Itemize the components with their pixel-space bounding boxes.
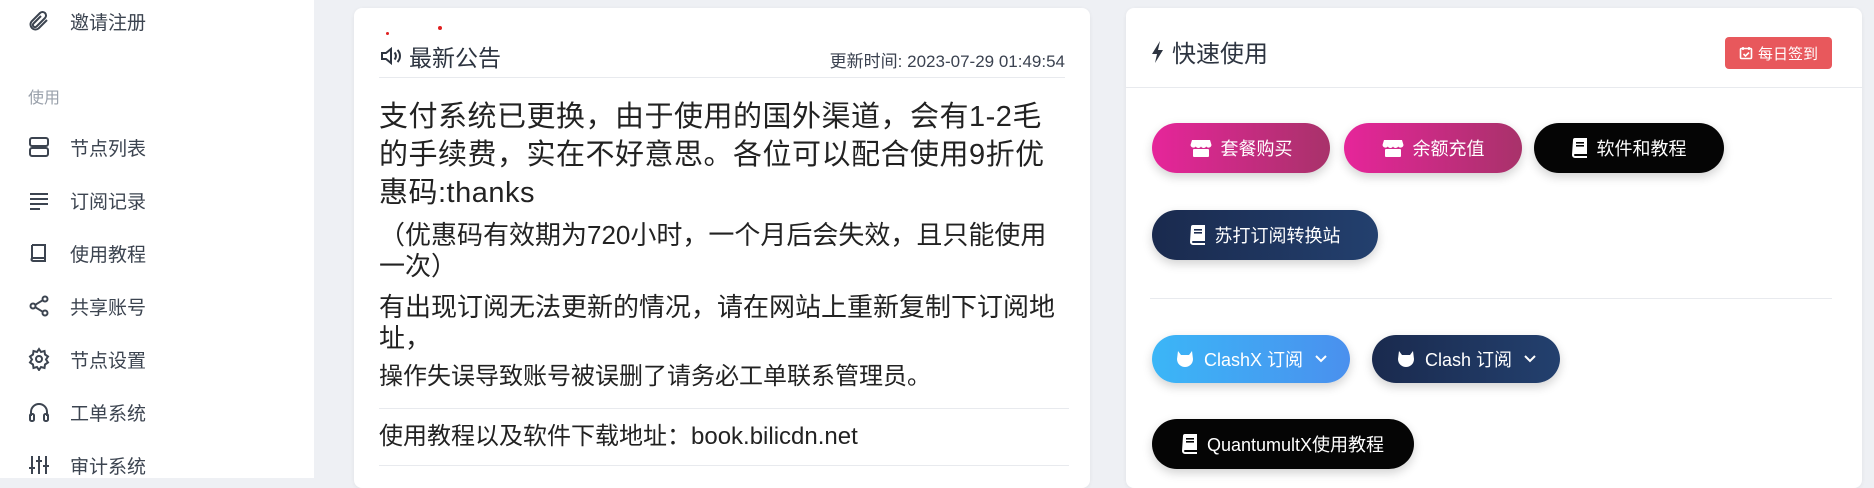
notification-dot bbox=[438, 26, 442, 30]
sidebar-item-audit-system[interactable]: 审计系统 bbox=[26, 448, 146, 482]
software-tutorial-label: 软件和教程 bbox=[1596, 139, 1687, 159]
clash-subscribe-dropdown[interactable]: Clash 订阅 bbox=[1372, 335, 1560, 383]
sub-convert-button[interactable]: 苏打订阅转换站 bbox=[1152, 210, 1378, 260]
speaker-icon bbox=[379, 45, 403, 67]
cat-icon bbox=[1396, 350, 1416, 368]
quantumultx-tutorial-button[interactable]: QuantumultX使用教程 bbox=[1152, 419, 1414, 469]
store-icon bbox=[1190, 138, 1212, 158]
book-icon bbox=[1181, 434, 1198, 454]
daily-checkin-button[interactable]: 每日签到 bbox=[1724, 37, 1832, 69]
sidebar-item-label: 节点设置 bbox=[70, 350, 147, 372]
sidebar-item-subscription-log[interactable]: 订阅记录 bbox=[26, 183, 146, 217]
notice-body: 支付系统已更换，由于使用的国外渠道，会有1-2毛的手续费，实在不好意思。各位可以… bbox=[379, 98, 1069, 485]
divider bbox=[1150, 298, 1832, 299]
book-icon bbox=[26, 240, 52, 266]
sidebar-item-label: 节点列表 bbox=[70, 138, 147, 160]
gear-icon bbox=[26, 346, 52, 372]
sidebar: 邀请注册 使用 节点列表 订阅记录 使用教程 共享账号 节点设置 工单系统 审计… bbox=[0, 0, 314, 478]
buy-plan-label: 套餐购买 bbox=[1220, 139, 1293, 159]
updated-label: 更新时间: bbox=[829, 52, 903, 71]
quick-use-card: 快速使用 每日签到 套餐购买 余额充值 软件和教程 苏打订阅转换站 ClashX… bbox=[1126, 8, 1862, 488]
clashx-subscribe-dropdown[interactable]: ClashX 订阅 bbox=[1152, 335, 1350, 383]
store-icon bbox=[1382, 138, 1404, 158]
sidebar-item-tutorial[interactable]: 使用教程 bbox=[26, 236, 146, 270]
sidebar-item-node-settings[interactable]: 节点设置 bbox=[26, 342, 146, 376]
notice-title: 最新公告 bbox=[379, 39, 501, 73]
notice-updated: 更新时间: 2023-07-29 01:49:54 bbox=[830, 47, 1065, 72]
chevron-down-icon bbox=[1315, 355, 1327, 363]
share-icon bbox=[26, 293, 52, 319]
sidebar-item-node-list[interactable]: 节点列表 bbox=[26, 130, 146, 164]
divider bbox=[379, 465, 1069, 485]
headphones-icon bbox=[26, 399, 52, 425]
book-icon bbox=[1571, 138, 1588, 158]
server-icon bbox=[26, 134, 52, 160]
daily-checkin-label: 每日签到 bbox=[1757, 45, 1818, 63]
chevron-down-icon bbox=[1524, 355, 1536, 363]
sidebar-item-label: 邀请注册 bbox=[70, 12, 147, 34]
sidebar-item-label: 工单系统 bbox=[70, 403, 147, 425]
clashx-subscribe-label: ClashX 订阅 bbox=[1203, 350, 1304, 370]
recharge-label: 余额充值 bbox=[1412, 139, 1485, 159]
notice-tutorial-line: 使用教程以及软件下载地址：book.bilicdn.net bbox=[379, 408, 1069, 453]
lines-icon bbox=[26, 187, 52, 213]
sidebar-item-label: 共享账号 bbox=[70, 297, 147, 319]
cat-icon bbox=[1175, 350, 1195, 368]
buy-plan-button[interactable]: 套餐购买 bbox=[1152, 123, 1330, 173]
recharge-button[interactable]: 余额充值 bbox=[1344, 123, 1522, 173]
quantumultx-tutorial-label: QuantumultX使用教程 bbox=[1206, 435, 1385, 455]
sidebar-item-invite[interactable]: 邀请注册 bbox=[26, 4, 146, 38]
notice-paragraph: （优惠码有效期为720小时，一个月后会失效，且只能使用一次） bbox=[379, 220, 1047, 281]
sidebar-item-ticket-system[interactable]: 工单系统 bbox=[26, 395, 146, 429]
book-icon bbox=[1189, 225, 1206, 245]
notice-header: 最新公告 更新时间: 2023-07-29 01:49:54 bbox=[379, 34, 1065, 78]
notice-paragraph: 支付系统已更换，由于使用的国外渠道，会有1-2毛的手续费，实在不好意思。各位可以… bbox=[379, 101, 1045, 209]
paperclip-icon bbox=[26, 8, 52, 34]
quick-use-header: 快速使用 每日签到 bbox=[1126, 8, 1862, 88]
notice-paragraph: 操作失误导致账号被误删了请务必工单联系管理员。 bbox=[379, 363, 931, 390]
sliders-icon bbox=[26, 452, 52, 478]
software-tutorial-button[interactable]: 软件和教程 bbox=[1534, 123, 1724, 173]
sidebar-item-label: 审计系统 bbox=[70, 456, 147, 478]
quick-use-title-text: 快速使用 bbox=[1172, 41, 1268, 68]
sub-convert-label: 苏打订阅转换站 bbox=[1214, 226, 1341, 246]
calendar-check-icon bbox=[1739, 46, 1753, 60]
clash-subscribe-label: Clash 订阅 bbox=[1424, 350, 1513, 370]
sidebar-item-label: 订阅记录 bbox=[70, 191, 147, 213]
sidebar-section-label: 使用 bbox=[28, 90, 61, 107]
notice-title-text: 最新公告 bbox=[409, 45, 501, 71]
updated-time: 2023-07-29 01:49:54 bbox=[907, 52, 1065, 71]
quick-use-title: 快速使用 bbox=[1150, 34, 1268, 69]
lightning-icon bbox=[1150, 40, 1166, 64]
sidebar-item-label: 使用教程 bbox=[70, 244, 147, 266]
notice-paragraph: 有出现订阅无法更新的情况，请在网站上重新复制下订阅地址， bbox=[379, 292, 1056, 353]
sidebar-item-shared-account[interactable]: 共享账号 bbox=[26, 289, 146, 323]
notice-card: 最新公告 更新时间: 2023-07-29 01:49:54 支付系统已更换，由… bbox=[354, 8, 1090, 488]
